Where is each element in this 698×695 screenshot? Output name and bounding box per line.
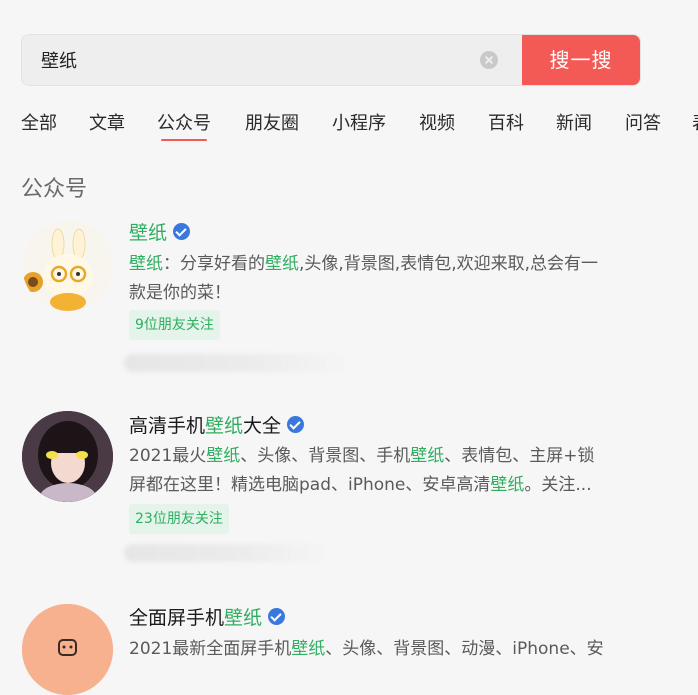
tab-articles[interactable]: 文章 bbox=[89, 111, 125, 137]
section-title: 公众号 bbox=[21, 177, 88, 202]
friends-following-badge: 9位朋友关注 bbox=[129, 310, 220, 340]
account-name[interactable]: 高清手机壁纸大全 bbox=[129, 411, 305, 438]
verified-icon bbox=[173, 223, 191, 240]
avatar[interactable] bbox=[22, 220, 113, 311]
tab-all[interactable]: 全部 bbox=[21, 111, 57, 137]
search-input[interactable] bbox=[22, 35, 524, 85]
account-description: 壁纸：分享好看的壁纸,头像,背景图,表情包,欢迎来取,总会有一 款是你的菜！ bbox=[129, 254, 599, 303]
account-description: 2021最火壁纸、头像、背景图、手机壁纸、表情包、主屏+锁 屏都在这里！精选电脑… bbox=[129, 446, 595, 495]
search-button[interactable]: 搜一搜 bbox=[522, 35, 640, 85]
friends-following-badge: 23位朋友关注 bbox=[129, 504, 229, 534]
account-name[interactable]: 全面屏手机壁纸 bbox=[129, 603, 286, 630]
avatar[interactable] bbox=[22, 604, 113, 695]
avatar[interactable] bbox=[22, 411, 113, 502]
tab-qa[interactable]: 问答 bbox=[625, 111, 661, 137]
verified-icon bbox=[287, 416, 305, 433]
tab-official-accounts[interactable]: 公众号 bbox=[157, 111, 211, 141]
tab-videos[interactable]: 视频 bbox=[419, 111, 455, 137]
account-name[interactable]: 壁纸 bbox=[129, 218, 191, 245]
search-bar: 搜一搜 bbox=[21, 34, 641, 86]
tab-encyclopedia[interactable]: 百科 bbox=[488, 111, 524, 137]
account-description: 2021最新全面屏手机壁纸、头像、背景图、动漫、iPhone、安 bbox=[129, 639, 604, 659]
blurred-content bbox=[124, 354, 349, 372]
blurred-content bbox=[124, 544, 329, 562]
tab-moments[interactable]: 朋友圈 bbox=[245, 111, 299, 137]
clear-icon[interactable] bbox=[480, 51, 498, 69]
verified-icon bbox=[268, 608, 286, 625]
tab-news[interactable]: 新闻 bbox=[556, 111, 592, 137]
tab-mini-programs[interactable]: 小程序 bbox=[332, 111, 386, 137]
tab-more[interactable]: 表 bbox=[692, 111, 698, 137]
